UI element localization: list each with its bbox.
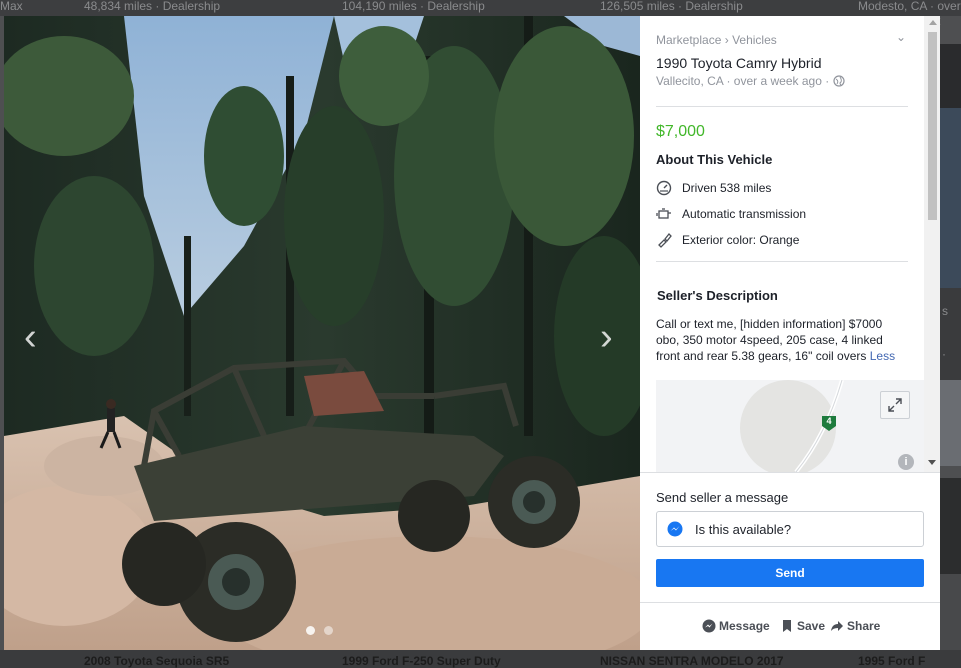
breadcrumb: Marketplace › Vehicles [656,33,777,47]
feature-color: Exterior color: Orange [656,231,799,249]
messenger-icon [702,619,716,633]
location-time: Vallecito, CA · over a week ago · [656,74,845,88]
next-photo-icon[interactable]: › [600,316,613,359]
info-icon[interactable]: i [898,454,914,470]
about-heading: About This Vehicle [656,152,773,167]
feature-transmission: Automatic transmission [656,205,806,223]
breadcrumb-vehicles-link[interactable]: Vehicles [732,33,777,47]
less-link[interactable]: Less [870,349,895,363]
background-top-text: 48,834 miles · Dealership [84,0,221,13]
photo-dot[interactable] [324,626,333,635]
divider [656,106,908,107]
route-label: 4 [826,416,832,426]
feature-mileage: Driven 538 miles [656,179,771,197]
message-input-value: Is this available? [695,521,792,537]
seller-description-text: Call or text me, [hidden information] $7… [656,317,883,363]
background-card [940,108,961,288]
send-button[interactable]: Send [656,559,924,587]
location-map[interactable]: 4 i [656,380,924,472]
background-card [940,380,961,466]
details-panel: Marketplace › Vehicles ⌄ 1990 Toyota Cam… [640,16,940,650]
feature-mileage-text: Driven 538 miles [682,181,772,195]
breadcrumb-separator: › [724,33,729,47]
seller-description-heading: Seller's Description [657,288,778,303]
details-scroll-area[interactable]: Marketplace › Vehicles ⌄ 1990 Toyota Cam… [640,16,924,472]
background-card [940,574,961,650]
breadcrumb-marketplace-link[interactable]: Marketplace [656,33,721,47]
background-listing-title: 1995 Ford F [858,654,926,668]
listing-title: 1990 Toyota Camry Hybrid [656,55,822,71]
share-action-label: Share [847,619,881,633]
save-action-button[interactable]: Save [780,619,825,633]
feature-transmission-text: Automatic transmission [682,207,807,221]
scroll-down-icon[interactable] [928,460,936,465]
background-listing-title: 2008 Toyota Sequoia SR5 [84,654,230,668]
previous-photo-icon[interactable]: ‹ [24,316,37,359]
scrollbar[interactable] [924,16,940,472]
seller-description: Call or text me, [hidden information] $7… [656,316,904,364]
listing-modal: ‹ › Marketplace › Vehicles ⌄ 1990 Toyota… [4,16,940,650]
scrollbar-thumb[interactable] [928,32,937,220]
message-action-button[interactable]: Message [702,619,770,633]
engine-icon [656,208,671,219]
chevron-down-icon[interactable]: ⌄ [896,30,906,44]
share-icon [831,621,843,631]
message-section: Send seller a message Is this available?… [640,472,940,602]
speedometer-icon [656,180,672,196]
photo-viewer[interactable]: ‹ › [4,16,640,650]
location-time-text: Vallecito, CA · over a week ago · [656,74,830,88]
background-side-text: · [942,347,946,361]
divider [656,261,908,262]
share-action-button[interactable]: Share [830,619,880,633]
background-card [940,44,961,108]
save-action-label: Save [797,619,826,633]
scroll-up-icon[interactable] [929,20,937,25]
background-top-text: Modesto, CA · over [858,0,961,13]
vehicle-photo [4,16,640,650]
expand-icon [888,398,902,412]
background-card [940,478,961,574]
background-top-text: 126,505 miles · Dealership [600,0,743,13]
message-action-label: Message [719,619,770,633]
message-input[interactable]: Is this available? [656,511,924,547]
bookmark-icon [783,620,791,632]
photo-dot-active[interactable] [306,626,315,635]
expand-map-button[interactable] [880,391,910,419]
background-top-text: 104,190 miles · Dealership [342,0,485,13]
globe-icon [832,75,845,87]
background-listing-title: 1999 Ford F-250 Super Duty [342,654,501,668]
background-top-text: Max [0,0,23,13]
price: $7,000 [656,123,705,140]
background-side-text: s [942,304,948,318]
background-card [940,288,961,380]
paint-brush-icon [658,233,672,248]
message-label: Send seller a message [656,490,789,505]
messenger-icon [667,521,683,537]
action-bar: Message Save Share [640,602,940,650]
feature-color-text: Exterior color: Orange [682,233,800,247]
background-listing-title: NISSAN SENTRA MODELO 2017 [600,654,784,668]
